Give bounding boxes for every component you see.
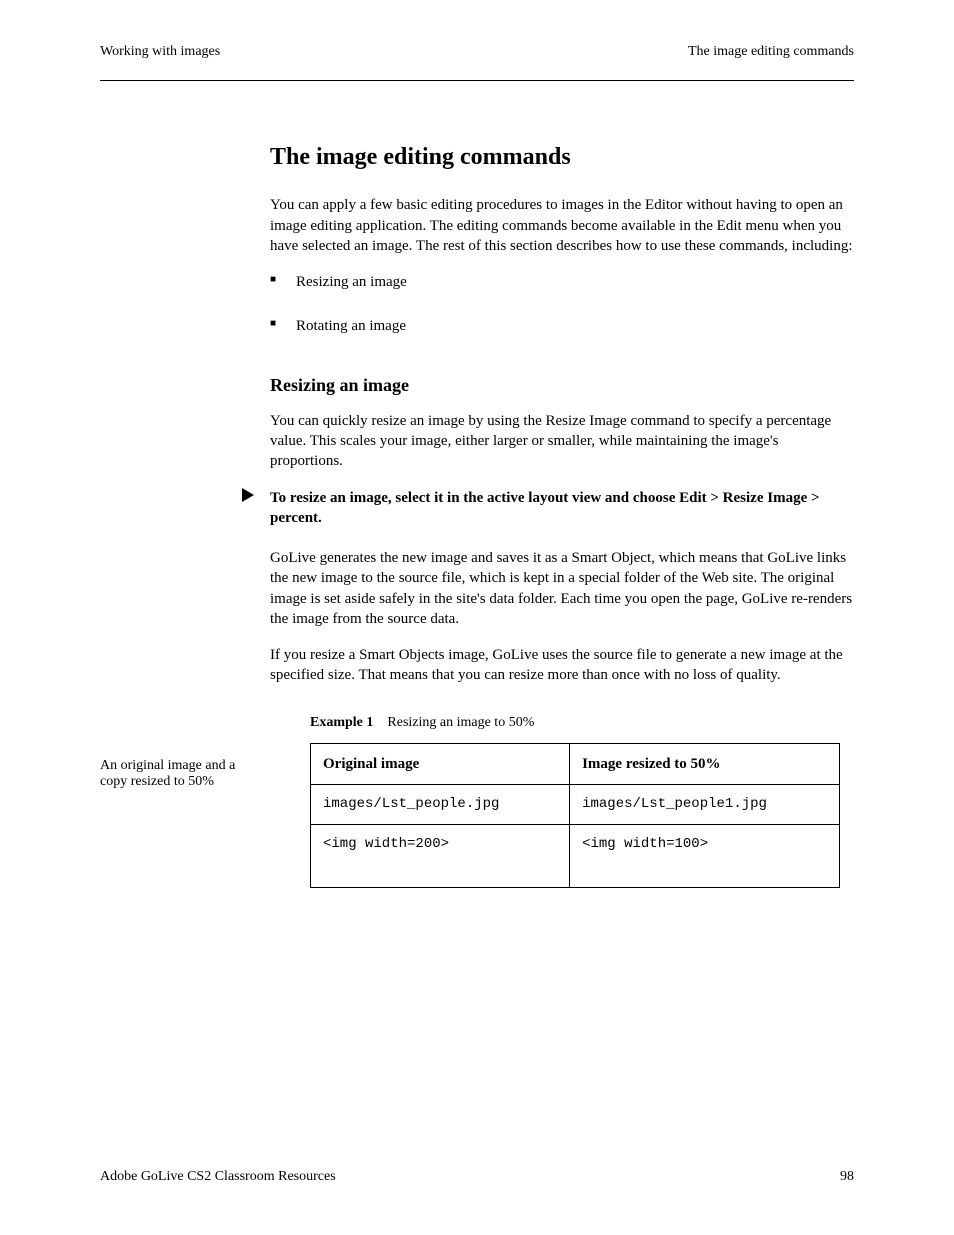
- header-rule: [100, 80, 854, 81]
- section-heading: The image editing commands: [270, 141, 854, 173]
- table-header-row: Original image Image resized to 50%: [311, 743, 840, 784]
- cell-resized-path: images/Lst_people1.jpg: [570, 784, 840, 824]
- page: Working with images The image editing co…: [0, 0, 954, 1235]
- example-caption: Example 1 Resizing an image to 50%: [310, 714, 854, 733]
- subsection-heading: Resizing an image: [270, 373, 854, 397]
- table-row: images/Lst_people.jpg images/Lst_people1…: [311, 784, 840, 824]
- resize-explain-2: If you resize a Smart Objects image, GoL…: [270, 645, 854, 686]
- triangle-bullet-icon: [242, 488, 254, 502]
- bullet-list: Resizing an image Rotating an image: [270, 272, 854, 337]
- col-original: Original image: [311, 743, 570, 784]
- page-footer: Adobe GoLive CS2 Classroom Resources 98: [100, 1169, 854, 1185]
- resize-example-table: Original image Image resized to 50% imag…: [310, 743, 840, 888]
- resize-explain-1: GoLive generates the new image and saves…: [270, 548, 854, 629]
- procedure-step: To resize an image, select it in the act…: [242, 488, 854, 529]
- caption-label: Example 1: [310, 715, 373, 730]
- cell-original-tag: <img width=200>: [311, 824, 570, 887]
- page-header: Working with images The image editing co…: [100, 44, 854, 60]
- header-right: The image editing commands: [688, 44, 854, 60]
- header-left: Working with images: [100, 44, 220, 60]
- cell-original-path: images/Lst_people.jpg: [311, 784, 570, 824]
- cell-resized-tag: <img width=100>: [570, 824, 840, 887]
- body-text: The image editing commands You can apply…: [270, 141, 854, 888]
- footer-left: Adobe GoLive CS2 Classroom Resources: [100, 1169, 336, 1185]
- intro-paragraph: You can apply a few basic editing proced…: [270, 195, 854, 256]
- margin-note: An original image and a copy resized to …: [100, 758, 260, 790]
- step-text: To resize an image, select it in the act…: [270, 488, 854, 529]
- resize-intro: You can quickly resize an image by using…: [270, 411, 854, 472]
- footer-page-number: 98: [840, 1169, 854, 1185]
- table-row: <img width=200> <img width=100>: [311, 824, 840, 887]
- bullet-item: Rotating an image: [270, 316, 854, 336]
- col-resized: Image resized to 50%: [570, 743, 840, 784]
- bullet-item: Resizing an image: [270, 272, 854, 292]
- caption-text: Resizing an image to 50%: [387, 715, 534, 730]
